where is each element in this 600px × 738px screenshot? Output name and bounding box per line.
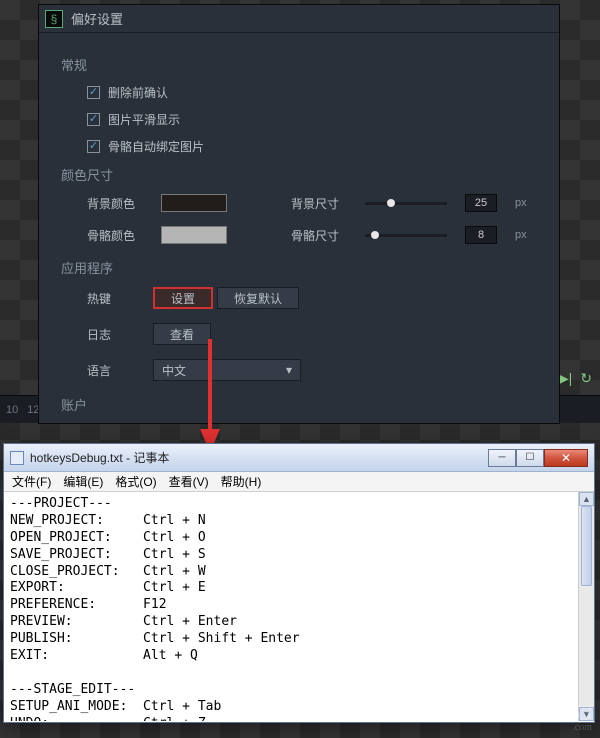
checkbox-auto-bind-bone[interactable]: ✓: [87, 140, 100, 153]
language-dropdown[interactable]: 中文 ▾: [153, 359, 301, 381]
bg-size-input[interactable]: 25: [465, 194, 497, 212]
checkbox-confirm-delete[interactable]: ✓: [87, 86, 100, 99]
checkbox-label: 骨骼自动绑定图片: [108, 138, 204, 155]
bg-size-slider[interactable]: [365, 202, 447, 205]
notepad-content[interactable]: ---PROJECT--- NEW_PROJECT: Ctrl + N OPEN…: [4, 492, 578, 721]
bone-size-slider[interactable]: [365, 234, 447, 237]
chevron-down-icon: ▾: [286, 363, 292, 377]
maximize-button[interactable]: ☐: [516, 449, 544, 467]
menu-help[interactable]: 帮助(H): [221, 473, 262, 490]
close-button[interactable]: ✕: [544, 449, 588, 467]
loop-icon[interactable]: ↻: [580, 370, 592, 387]
notepad-window: hotkeysDebug.txt - 记事本 ─ ☐ ✕ 文件(F) 编辑(E)…: [3, 443, 595, 723]
window-titlebar: § 偏好设置: [39, 5, 559, 33]
menu-view[interactable]: 查看(V): [169, 473, 209, 490]
px-label: px: [515, 229, 527, 241]
scroll-thumb[interactable]: [581, 506, 592, 586]
checkbox-label: 删除前确认: [108, 84, 168, 101]
section-general: 常规: [61, 55, 537, 74]
menu-format[interactable]: 格式(O): [115, 473, 156, 490]
menu-file[interactable]: 文件(F): [12, 473, 51, 490]
bone-color-swatch[interactable]: [161, 226, 227, 244]
view-log-button[interactable]: 查看: [153, 323, 211, 345]
section-account: 账户: [61, 395, 537, 414]
language-value: 中文: [162, 362, 186, 379]
preferences-window: § 偏好设置 常规 ✓ 删除前确认 ✓ 图片平滑显示 ✓ 骨骼自动绑定图片 颜色…: [38, 4, 560, 424]
window-title: 偏好设置: [71, 9, 123, 28]
bone-size-label: 骨骼尺寸: [291, 227, 347, 244]
bone-size-input[interactable]: 8: [465, 226, 497, 244]
bg-size-label: 背景尺寸: [291, 195, 347, 212]
hotkey-label: 热键: [87, 290, 127, 307]
app-icon: §: [45, 10, 63, 28]
checkbox-label: 图片平滑显示: [108, 111, 180, 128]
scroll-up-button[interactable]: ▲: [579, 492, 594, 506]
notepad-icon: [10, 451, 24, 465]
notepad-menubar: 文件(F) 编辑(E) 格式(O) 查看(V) 帮助(H): [4, 472, 594, 492]
restore-default-button[interactable]: 恢复默认: [217, 287, 299, 309]
bone-color-label: 骨骼颜色: [87, 227, 143, 244]
scrollbar[interactable]: ▲ ▼: [578, 492, 594, 721]
section-color-size: 颜色尺寸: [61, 165, 537, 184]
log-label: 日志: [87, 326, 127, 343]
bg-color-swatch[interactable]: [161, 194, 227, 212]
settings-button[interactable]: 设置: [153, 287, 213, 309]
section-application: 应用程序: [61, 258, 537, 277]
notepad-title: hotkeysDebug.txt - 记事本: [30, 449, 169, 466]
notepad-titlebar[interactable]: hotkeysDebug.txt - 记事本 ─ ☐ ✕: [4, 444, 594, 472]
bg-color-label: 背景颜色: [87, 195, 143, 212]
language-label: 语言: [87, 362, 127, 379]
watermark: 9553.com: [548, 703, 592, 732]
checkbox-smooth-images[interactable]: ✓: [87, 113, 100, 126]
menu-edit[interactable]: 编辑(E): [63, 473, 103, 490]
minimize-button[interactable]: ─: [488, 449, 516, 467]
px-label: px: [515, 197, 527, 209]
